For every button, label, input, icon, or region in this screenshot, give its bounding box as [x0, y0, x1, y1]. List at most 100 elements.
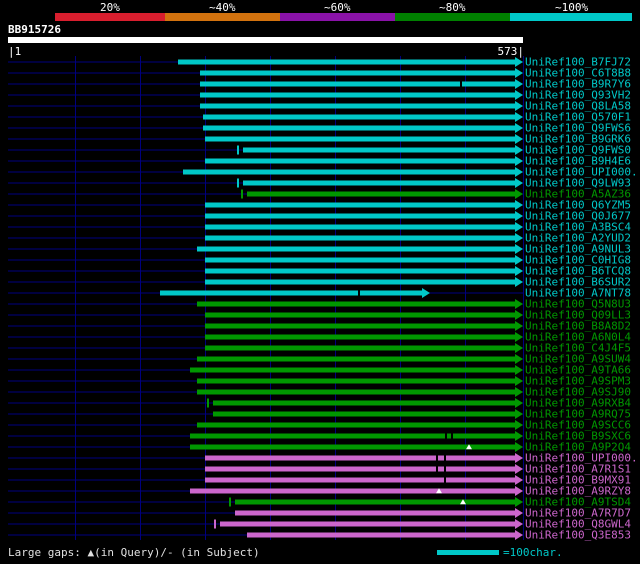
- alignment-bar[interactable]: [197, 356, 515, 361]
- alignment-arrowhead: [515, 320, 523, 331]
- alignment-bar[interactable]: [197, 378, 515, 383]
- alignment-arrowhead: [515, 232, 523, 243]
- alignment-bar[interactable]: [243, 180, 515, 185]
- query-name: BB915726: [8, 23, 61, 36]
- subject-gap-mark: [451, 433, 453, 438]
- alignment-bar[interactable]: [205, 213, 515, 218]
- alignment-bar[interactable]: [205, 334, 515, 339]
- alignment-arrowhead: [515, 254, 523, 265]
- alignment-bar[interactable]: [247, 532, 515, 537]
- query-gap-triangle-icon: [436, 487, 442, 493]
- alignment-arrowhead: [515, 408, 523, 419]
- alignment-bar[interactable]: [205, 136, 515, 141]
- alignment-arrowhead: [515, 177, 523, 188]
- alignment-bar[interactable]: [205, 466, 515, 471]
- alignment-bar[interactable]: [197, 422, 515, 427]
- alignment-bar[interactable]: [178, 59, 515, 64]
- color-key-percent-label: ~100%: [555, 1, 589, 14]
- alignment-bar[interactable]: [205, 279, 515, 284]
- color-key-percent-label: ~60%: [324, 1, 351, 14]
- alignment-bar[interactable]: [205, 477, 515, 482]
- alignment-bar[interactable]: [190, 433, 515, 438]
- alignment-bar[interactable]: [205, 158, 515, 163]
- alignment-arrowhead: [515, 155, 523, 166]
- alignment-arrowhead: [515, 518, 523, 529]
- color-key-percent-label: ~40%: [209, 1, 236, 14]
- alignment-bar[interactable]: [203, 114, 515, 119]
- alignment-bar[interactable]: [197, 389, 515, 394]
- alignment-bar[interactable]: [205, 268, 515, 273]
- alignment-bar[interactable]: [205, 235, 515, 240]
- color-key-segment-40-60: [280, 13, 395, 21]
- alignment-arrowhead: [515, 496, 523, 507]
- alignment-bar[interactable]: [205, 345, 515, 350]
- scale-ruler-label: =100char.: [503, 546, 563, 559]
- query-bar: [8, 37, 523, 43]
- alignment-arrowhead: [515, 144, 523, 155]
- alignment-bar[interactable]: [205, 224, 515, 229]
- alignment-bar[interactable]: [205, 455, 515, 460]
- subject-gap-mark: [444, 466, 446, 471]
- color-key-percent-label: ~80%: [439, 1, 466, 14]
- alignment-bar[interactable]: [160, 290, 422, 295]
- alignment-bar[interactable]: [200, 92, 515, 97]
- alignment-arrowhead: [515, 309, 523, 320]
- alignment-bar[interactable]: [183, 169, 515, 174]
- alignment-arrowhead: [515, 56, 523, 67]
- alignment-arrowhead: [515, 133, 523, 144]
- alignment-arrowhead: [515, 375, 523, 386]
- alignment-bar[interactable]: [247, 191, 515, 196]
- alignment-bar[interactable]: [203, 125, 515, 130]
- alignment-bar[interactable]: [200, 103, 515, 108]
- alignment-row: UniRef100_Q3E853: [8, 529, 640, 540]
- alignment-bar[interactable]: [205, 257, 515, 262]
- alignment-bar[interactable]: [235, 510, 515, 515]
- alignment-arrowhead: [515, 397, 523, 408]
- alignment-start-tick: [207, 398, 209, 407]
- alignment-bar[interactable]: [213, 411, 515, 416]
- alignment-arrowhead: [515, 210, 523, 221]
- alignment-arrowhead: [515, 331, 523, 342]
- alignment-arrowhead: [515, 89, 523, 100]
- alignment-arrowhead: [422, 287, 430, 298]
- alignment-arrowhead: [515, 122, 523, 133]
- alignment-bar[interactable]: [213, 400, 515, 405]
- color-key-segment-80-100: [510, 13, 632, 21]
- alignment-arrowhead: [515, 221, 523, 232]
- alignment-bar[interactable]: [190, 367, 515, 372]
- alignment-arrowhead: [515, 386, 523, 397]
- hit-label[interactable]: UniRef100_Q3E853: [525, 529, 631, 540]
- alignment-start-tick: [237, 145, 239, 154]
- alignment-plot: UniRef100_B7FJ72 UniRef100_C6T8B8 UniRef10…: [8, 56, 640, 540]
- alignment-arrowhead: [515, 67, 523, 78]
- query-gap-triangle-icon: [466, 443, 472, 449]
- alignment-arrowhead: [515, 419, 523, 430]
- alignment-arrowhead: [515, 485, 523, 496]
- alignment-bar[interactable]: [235, 499, 515, 504]
- alignment-arrowhead: [515, 298, 523, 309]
- alignment-start-tick: [214, 519, 216, 528]
- alignment-arrowhead: [515, 452, 523, 463]
- alignment-arrowhead: [515, 199, 523, 210]
- alignment-bar[interactable]: [190, 488, 515, 493]
- color-key-percent-label: 20%: [100, 1, 120, 14]
- alignment-arrowhead: [515, 243, 523, 254]
- alignment-arrowhead: [515, 188, 523, 199]
- alignment-bar[interactable]: [205, 202, 515, 207]
- alignment-bar[interactable]: [220, 521, 515, 526]
- subject-gap-mark: [460, 81, 462, 86]
- alignment-bar[interactable]: [200, 70, 515, 75]
- alignment-bar[interactable]: [243, 147, 515, 152]
- subject-gap-mark: [445, 433, 447, 438]
- alignment-start-tick: [229, 497, 231, 506]
- alignment-start-tick: [241, 189, 243, 198]
- alignment-bar[interactable]: [197, 246, 515, 251]
- alignment-bar[interactable]: [205, 323, 515, 328]
- subject-gap-mark: [436, 466, 438, 471]
- alignment-bar[interactable]: [200, 81, 515, 86]
- alignment-bar[interactable]: [197, 301, 515, 306]
- alignment-arrowhead: [515, 364, 523, 375]
- blast-graphic-overview: 20% ~40% ~60% ~80% ~100% BB915726 |1 573| Un…: [0, 0, 640, 564]
- query-gap-triangle-icon: [460, 498, 466, 504]
- alignment-bar[interactable]: [205, 312, 515, 317]
